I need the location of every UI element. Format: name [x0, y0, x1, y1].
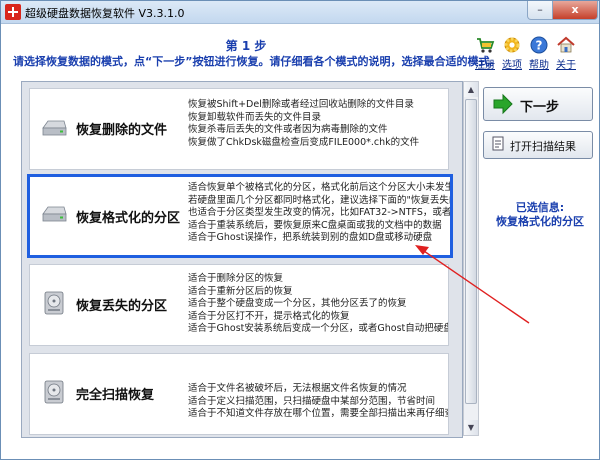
- app-window: 超级硬盘数据恢复软件 V3.3.1.0 – x 第 1 步 请选择恢复数据的模式…: [0, 0, 600, 460]
- annotation-arrow-icon: [415, 245, 530, 324]
